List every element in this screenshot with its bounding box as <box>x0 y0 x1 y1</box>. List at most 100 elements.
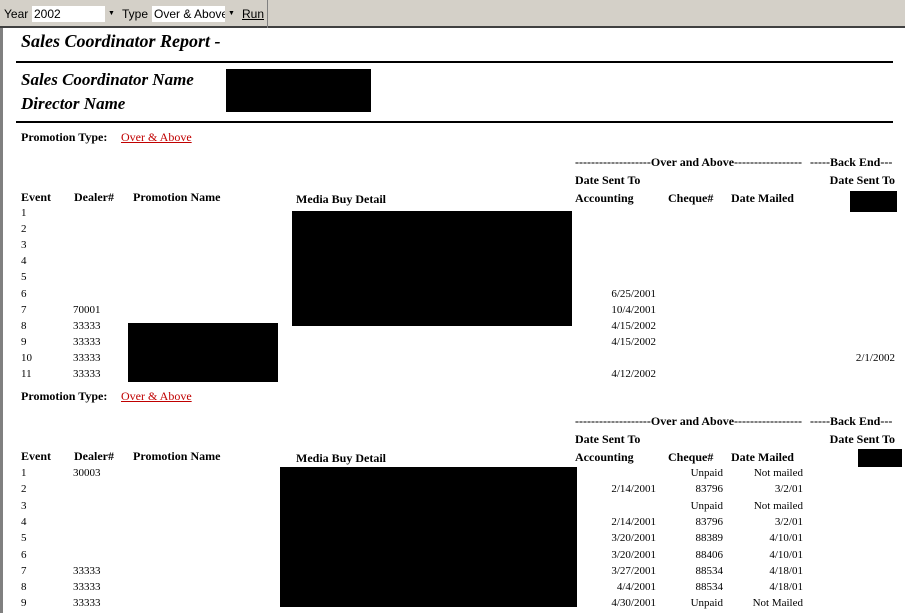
accounting-date-cell: 4/4/2001 <box>616 581 656 594</box>
cheque-header: Cheque# <box>668 191 714 205</box>
event-cell: 8 <box>21 319 27 332</box>
report-title: Sales Coordinator Report - <box>21 31 221 51</box>
date-mailed-cell: 4/18/01 <box>769 564 803 577</box>
dealer-cell: 33333 <box>73 564 101 577</box>
chevron-down-icon[interactable]: ▼ <box>225 6 238 22</box>
event-cell: 5 <box>21 271 27 284</box>
accounting-date-cell: 4/15/2002 <box>611 319 656 332</box>
dealer-cell: 33333 <box>73 319 101 332</box>
event-cell: 8 <box>21 581 27 594</box>
date-mailed-cell: 4/10/01 <box>769 548 803 561</box>
event-cell: 1 <box>21 207 27 219</box>
cheque-cell: Unpaid <box>690 499 723 512</box>
accounting-date-cell: 3/20/2001 <box>611 532 656 545</box>
dealer-cell: 33333 <box>73 368 101 380</box>
over-and-above-group-header: -------------------Over and Above-------… <box>575 414 802 428</box>
promotion-type-link[interactable]: Over & Above <box>121 389 192 404</box>
backend-date-sent-to-header: Date Sent To <box>829 173 895 187</box>
event-cell: 7 <box>21 303 27 316</box>
promotion-type-link[interactable]: Over & Above <box>121 130 192 145</box>
accounting-date-cell: 4/12/2002 <box>611 368 656 380</box>
frame-border <box>0 28 3 613</box>
back-end-group-header: -----Back End--- <box>810 414 893 428</box>
dealer-cell: 33333 <box>73 597 101 610</box>
date-mailed-cell: 3/2/01 <box>774 515 803 528</box>
over-and-above-group-header: -------------------Over and Above-------… <box>575 155 802 169</box>
dealer-header: Dealer# <box>74 449 114 463</box>
event-cell: 6 <box>21 287 27 300</box>
event-cell: 2 <box>21 483 27 496</box>
event-cell: 1 <box>21 467 27 479</box>
cheque-cell: 83796 <box>695 515 724 528</box>
date-mailed-cell: Not mailed <box>753 499 803 512</box>
year-value: 2002 <box>34 7 61 21</box>
run-button[interactable]: Run <box>242 7 264 21</box>
event-header: Event <box>21 190 51 204</box>
event-header: Event <box>21 449 51 463</box>
back-end-group-header: -----Back End--- <box>810 155 893 169</box>
date-mailed-cell: 4/10/01 <box>769 532 803 545</box>
year-select[interactable]: 2002 ▼ <box>32 6 118 22</box>
event-cell: 2 <box>21 223 27 236</box>
cheque-cell: 83796 <box>695 483 724 496</box>
accounting-date-cell: 2/14/2001 <box>611 483 656 496</box>
event-cell: 9 <box>21 335 27 348</box>
director-label: Director Name <box>21 94 126 113</box>
redacted-block <box>850 191 897 212</box>
dealer-cell: 33333 <box>73 335 101 348</box>
media-buy-detail-header: Media Buy Detail <box>296 192 386 206</box>
promotion-name-header: Promotion Name <box>133 449 221 463</box>
accounting-date-cell: 6/25/2001 <box>611 287 656 300</box>
redacted-block <box>128 323 278 382</box>
cheque-cell: 88406 <box>695 548 724 561</box>
event-cell: 4 <box>21 255 27 268</box>
year-label: Year <box>4 7 29 21</box>
dealer-cell: 33333 <box>73 581 101 594</box>
cheque-cell: Unpaid <box>690 597 723 610</box>
backend-date-cell: 2/1/2002 <box>855 351 895 364</box>
dealer-cell: 33333 <box>73 351 101 364</box>
divider <box>16 61 893 63</box>
cheque-cell: 88534 <box>695 581 724 594</box>
divider <box>16 121 893 123</box>
redacted-name <box>226 69 371 112</box>
event-cell: 4 <box>21 515 27 528</box>
media-buy-detail-header: Media Buy Detail <box>296 451 386 465</box>
redacted-block <box>280 467 577 607</box>
dealer-cell: 30003 <box>73 467 101 479</box>
accounting-date-cell: 4/30/2001 <box>611 597 656 610</box>
dealer-cell: 70001 <box>73 303 101 316</box>
redacted-block <box>292 211 572 326</box>
event-cell: 3 <box>21 499 27 512</box>
event-cell: 7 <box>21 564 27 577</box>
event-cell: 10 <box>21 351 32 364</box>
date-mailed-header: Date Mailed <box>731 450 794 464</box>
date-mailed-cell: 3/2/01 <box>774 483 803 496</box>
chevron-down-icon[interactable]: ▼ <box>105 6 118 22</box>
date-sent-to-header: Date Sent To <box>575 432 641 446</box>
toolbar: Year 2002 ▼ Type Over & Above ▼ Run <box>0 0 905 28</box>
cheque-cell: Unpaid <box>690 467 723 479</box>
toolbar-group: Year 2002 ▼ Type Over & Above ▼ Run <box>0 0 268 28</box>
type-value: Over & Above <box>154 7 229 21</box>
event-cell: 5 <box>21 532 27 545</box>
date-mailed-header: Date Mailed <box>731 191 794 205</box>
promotion-type-label: Promotion Type: <box>21 389 108 403</box>
accounting-header: Accounting <box>575 450 634 464</box>
backend-date-sent-to-header: Date Sent To <box>829 432 895 446</box>
event-cell: 6 <box>21 548 27 561</box>
event-cell: 11 <box>21 368 32 380</box>
event-cell: 3 <box>21 239 27 252</box>
date-sent-to-header: Date Sent To <box>575 173 641 187</box>
date-mailed-cell: Not Mailed <box>752 597 803 610</box>
redacted-block <box>858 449 902 467</box>
promotion-name-header: Promotion Name <box>133 190 221 204</box>
event-cell: 9 <box>21 597 27 610</box>
accounting-date-cell: 3/20/2001 <box>611 548 656 561</box>
accounting-date-cell: 3/27/2001 <box>611 564 656 577</box>
type-select[interactable]: Over & Above ▼ <box>152 6 238 22</box>
accounting-date-cell: 2/14/2001 <box>611 515 656 528</box>
type-label: Type <box>122 7 149 21</box>
promotion-type-label: Promotion Type: <box>21 130 108 144</box>
cheque-header: Cheque# <box>668 450 714 464</box>
